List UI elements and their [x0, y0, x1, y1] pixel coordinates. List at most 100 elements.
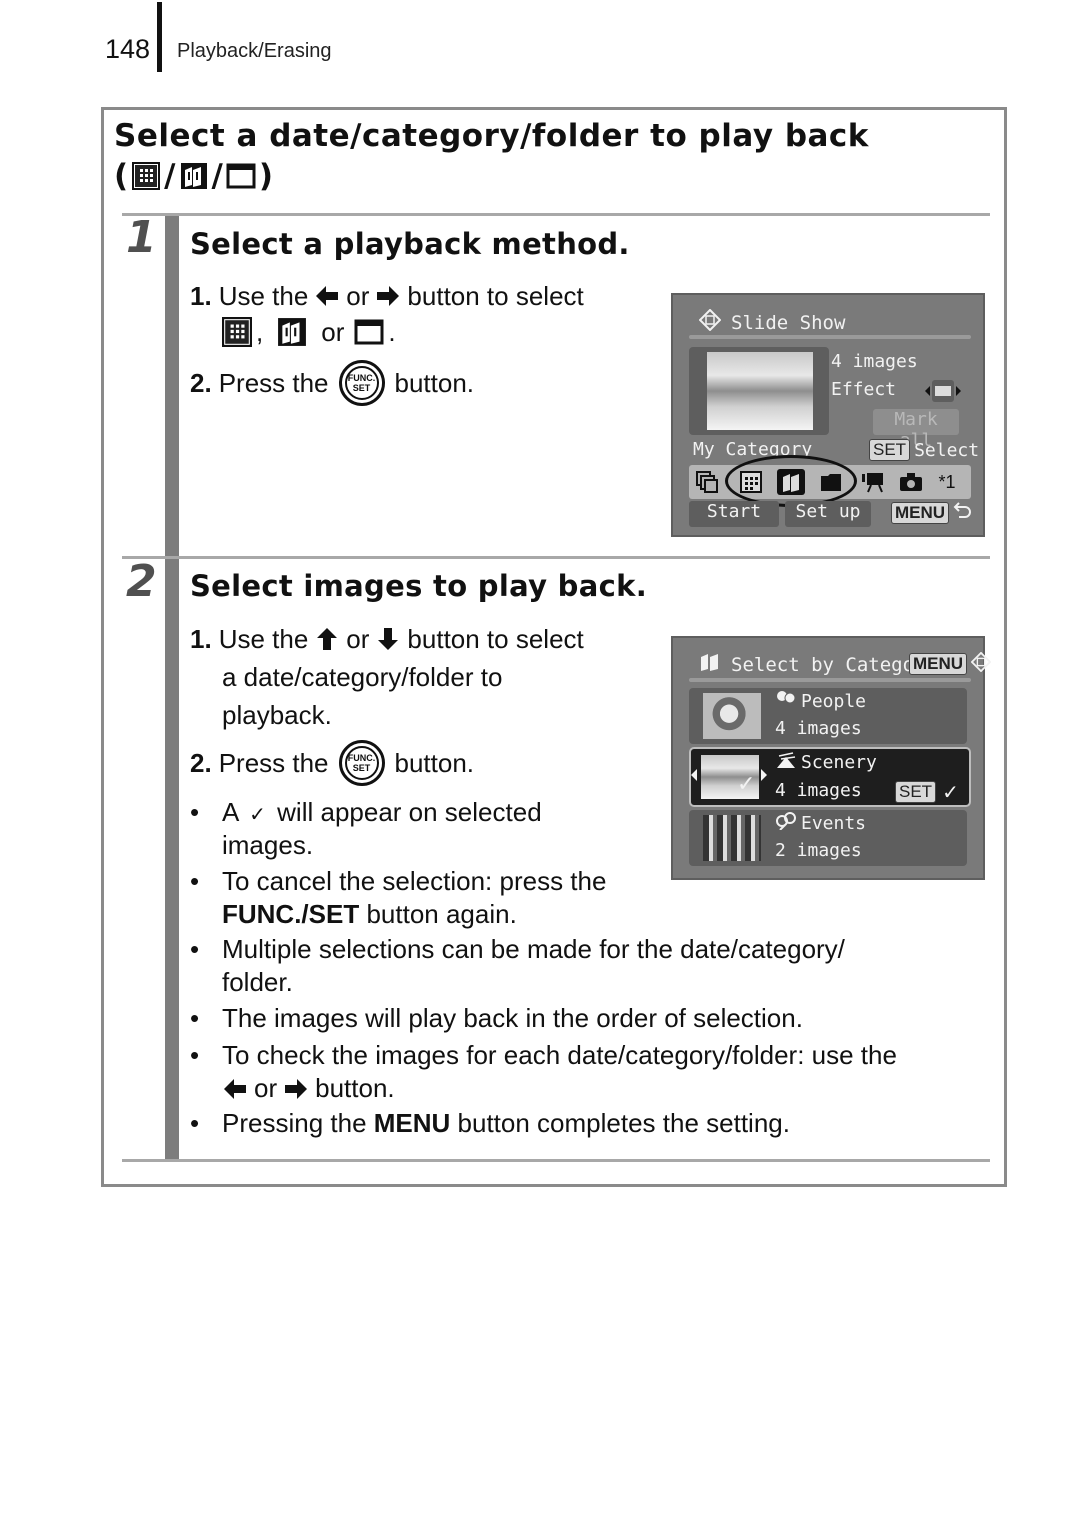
- events-thumbnail: [703, 815, 761, 861]
- effect-selector[interactable]: [925, 377, 961, 405]
- bullet-text-part: button again.: [359, 899, 517, 929]
- bullet-dot: •: [190, 797, 200, 827]
- people-icon: [775, 690, 797, 713]
- thumbnail-checkmark-icon: ✓: [737, 772, 756, 797]
- func-label: FUNC.: [347, 373, 376, 383]
- menu-tag[interactable]: MENU: [909, 653, 968, 675]
- image-count: 4 images: [831, 351, 918, 372]
- step-title: Select images to play back.: [190, 569, 648, 603]
- bullet-text: folder.: [222, 967, 293, 997]
- category-icon: [179, 161, 209, 191]
- stack-icon[interactable]: [693, 469, 721, 495]
- menu-hint: MENU: [909, 651, 992, 676]
- bullet-dot: •: [190, 1108, 200, 1138]
- mark-all-button[interactable]: Mark all: [873, 409, 959, 451]
- instruction-number: 1.: [190, 281, 212, 311]
- category-screen-title: Select by Category: [699, 652, 937, 677]
- header-divider: [157, 2, 162, 72]
- category-label: Events: [801, 813, 867, 834]
- set-label: SET: [352, 383, 371, 393]
- instruction-text: button.: [394, 368, 475, 398]
- left-arrow-icon: [224, 1078, 246, 1100]
- instruction-text: a date/category/folder to: [222, 662, 503, 692]
- title-separator: /: [164, 158, 176, 194]
- bullet-text-part: Pressing the: [222, 1108, 374, 1138]
- bold-text: FUNC./SET: [222, 899, 360, 929]
- category-count: 4 images: [775, 780, 862, 801]
- right-triangle-icon: [956, 386, 961, 396]
- instruction-number: 1.: [190, 624, 212, 654]
- instruction-text: .: [388, 317, 396, 347]
- bullet-dot: •: [190, 866, 200, 896]
- scenery-icon: [775, 751, 797, 774]
- bullet-dot: •: [190, 1040, 200, 1070]
- set-check-hint: SET ✓: [895, 780, 959, 804]
- bullet-text: or button.: [222, 1072, 395, 1105]
- category-icon: [277, 317, 307, 347]
- bullet-text-part: will appear on selected: [277, 797, 542, 827]
- bullet-text: Multiple selections can be made for the …: [222, 934, 845, 964]
- calendar-icon: [131, 161, 161, 191]
- divider: [122, 1159, 990, 1162]
- movie-icon[interactable]: [859, 469, 887, 495]
- category-icon: [699, 652, 721, 677]
- folder-icon: [226, 161, 256, 191]
- effect-label: Effect: [831, 379, 897, 400]
- setup-button[interactable]: Set up: [785, 501, 871, 527]
- set-tag: SET: [895, 781, 937, 803]
- menu-tag[interactable]: MENU: [891, 501, 950, 524]
- bullet-text: A ✓ will appear on selected: [222, 796, 542, 831]
- instruction-2: 2. Press the FUNC. SET button.: [190, 740, 474, 786]
- camera-icon[interactable]: [897, 469, 925, 495]
- right-arrow-icon: [377, 285, 400, 307]
- left-arrow-icon: [316, 285, 339, 307]
- step-number: 1: [126, 212, 157, 263]
- start-button[interactable]: Start: [689, 501, 779, 527]
- set-tag: SET: [869, 439, 911, 461]
- slideshow-screen: Slide Show 4 images Effect Mark all My C…: [671, 293, 985, 537]
- left-triangle-icon: [925, 386, 930, 396]
- step-bar: [165, 216, 179, 556]
- screen-title: Slide Show: [731, 311, 846, 334]
- func-label: FUNC.: [347, 753, 376, 763]
- bold-text: MENU: [373, 1108, 451, 1138]
- category-count: 2 images: [775, 840, 862, 861]
- instruction-text: or: [321, 317, 345, 347]
- instruction-text: Press the: [218, 748, 329, 778]
- divider: [122, 213, 990, 216]
- screen-divider: [689, 335, 971, 339]
- select-by-category-screen: Select by Category MENU People 4 images …: [671, 636, 992, 880]
- instruction-text: Press the: [218, 368, 329, 398]
- bullet-text-part: or: [254, 1073, 278, 1103]
- checkmark-icon: ✓: [942, 780, 959, 804]
- page-number: 148: [105, 34, 151, 64]
- multiplier-label[interactable]: *1: [933, 469, 961, 495]
- page-header: 148 Playback/Erasing: [0, 0, 1080, 80]
- instruction-1: 1. Use the or button to select: [190, 281, 584, 311]
- up-arrow-icon: [316, 628, 338, 650]
- title-close-paren: ): [258, 158, 273, 194]
- bullet-text-part: A: [222, 797, 238, 827]
- instruction-number: 2.: [190, 368, 212, 398]
- bullet-text: To check the images for each date/catego…: [222, 1040, 897, 1070]
- left-triangle-icon: [691, 769, 697, 781]
- set-label: SET: [352, 763, 371, 773]
- func-set-button-icon: FUNC. SET: [338, 360, 385, 406]
- title-icons: ( / / ): [114, 158, 273, 194]
- instruction-text: playback.: [222, 700, 332, 730]
- bullet-text-part: button.: [315, 1073, 395, 1103]
- category-name: Scenery: [775, 751, 877, 774]
- instruction-text: button to select: [407, 624, 584, 654]
- instruction-text: button to select: [407, 281, 584, 311]
- instruction-1: 1. Use the or button to select: [190, 624, 584, 654]
- title-separator: /: [211, 158, 223, 194]
- right-triangle-icon: [761, 769, 767, 781]
- step-title: Select a playback method.: [190, 227, 630, 261]
- bullet-dot: •: [190, 1003, 200, 1033]
- instruction-text: ,: [256, 317, 264, 347]
- bullet-text: The images will play back in the order o…: [222, 1003, 803, 1033]
- category-label: People: [801, 691, 867, 712]
- step-bar: [165, 559, 179, 1160]
- instruction-text: Use the: [218, 281, 309, 311]
- checkmark-icon: ✓: [249, 802, 266, 826]
